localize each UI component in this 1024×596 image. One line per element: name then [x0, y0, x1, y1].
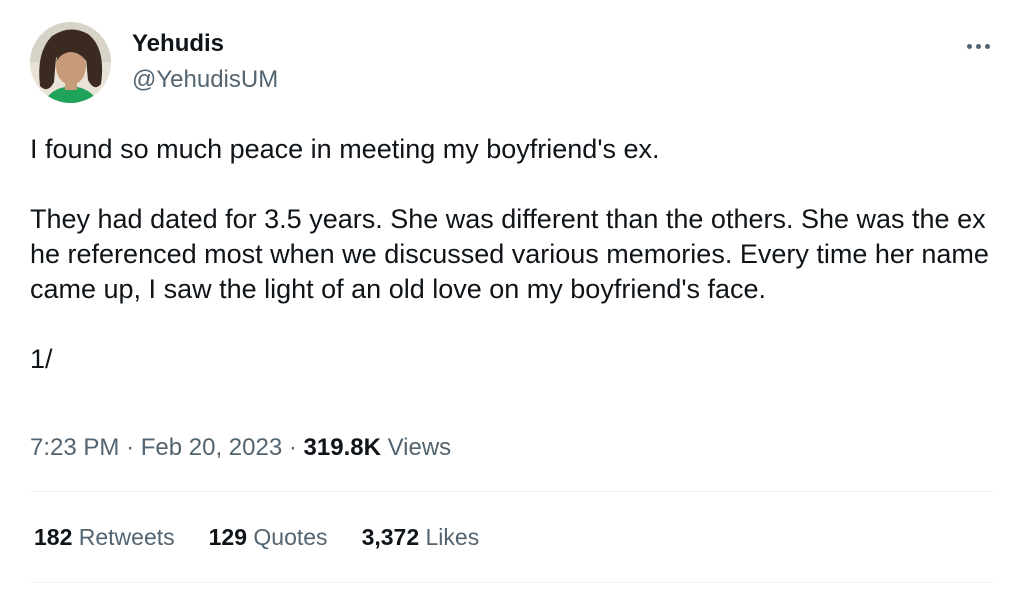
quotes-label: Quotes [253, 524, 328, 550]
quotes-stat[interactable]: 129 Quotes [209, 524, 328, 551]
retweets-label: Retweets [78, 524, 175, 550]
tweet-paragraph: I found so much peace in meeting my boyf… [30, 134, 660, 164]
tweet-date: Feb 20, 2023 [140, 434, 283, 461]
tweet-meta: 7:23 PM · Feb 20, 2023 · 319.8K Views [30, 434, 451, 462]
more-options-icon[interactable] [958, 32, 998, 60]
meta-separator: · [288, 434, 297, 461]
more-dot [984, 43, 990, 49]
likes-label: Likes [425, 524, 480, 550]
tweet-card: Yehudis @YehudisUM I found so much peace… [0, 0, 1024, 596]
more-dot [966, 43, 972, 49]
tweet-paragraph: 1/ [30, 344, 53, 374]
author-handle[interactable]: @YehudisUM [132, 66, 278, 94]
avatar[interactable] [30, 22, 111, 103]
likes-stat[interactable]: 3,372 Likes [362, 524, 480, 551]
profile-photo-icon [30, 22, 111, 103]
tweet-paragraph: They had dated for 3.5 years. She was di… [30, 204, 989, 304]
engagement-stats: 182 Retweets 129 Quotes 3,372 Likes [34, 524, 479, 551]
author-name[interactable]: Yehudis [132, 30, 224, 58]
quotes-count: 129 [208, 524, 248, 550]
tweet-timestamp[interactable]: 7:23 PM · Feb 20, 2023 [30, 434, 282, 461]
tweet-text: I found so much peace in meeting my boyf… [30, 132, 1005, 377]
divider [30, 582, 993, 583]
retweets-stat[interactable]: 182 Retweets [34, 524, 175, 551]
meta-separator: · [126, 434, 135, 461]
retweets-count: 182 [34, 524, 73, 550]
divider [30, 491, 993, 492]
tweet-time: 7:23 PM [30, 434, 120, 461]
views-link[interactable]: 319.8K Views [304, 434, 452, 461]
more-dot [975, 43, 981, 49]
likes-count: 3,372 [361, 524, 420, 550]
views-count: 319.8K [303, 434, 381, 461]
views-label: Views [387, 434, 452, 461]
